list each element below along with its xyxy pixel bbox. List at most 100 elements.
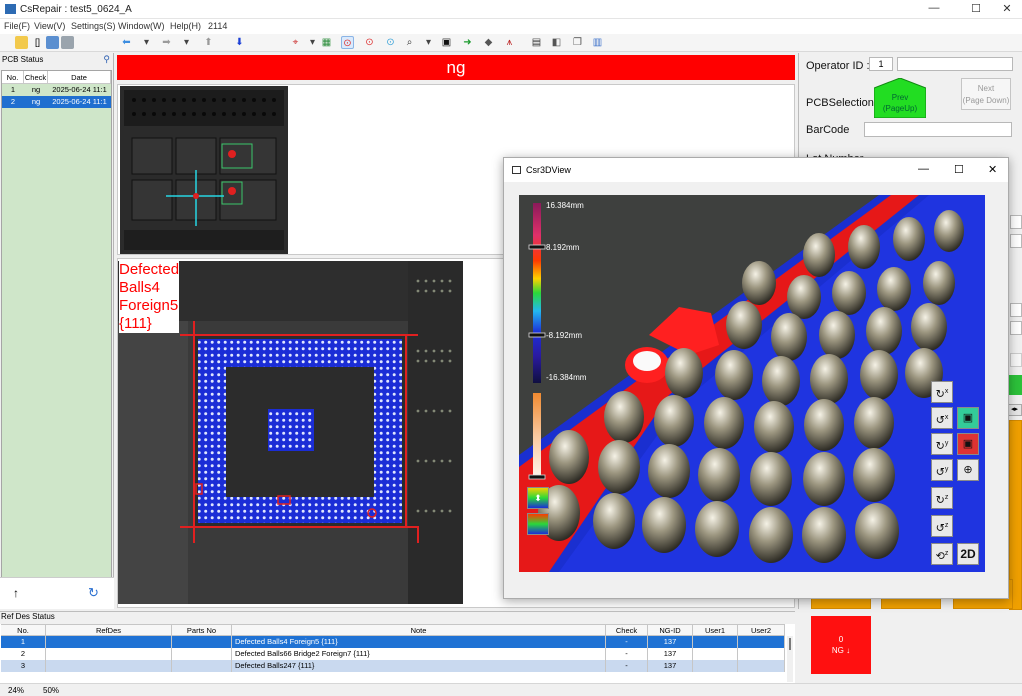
side-field[interactable] xyxy=(1010,353,1022,367)
back-arrow-icon[interactable]: ⬅ xyxy=(120,36,133,49)
prev-button[interactable]: Prev (PageUp) xyxy=(874,78,926,118)
maximize-button[interactable]: ☐ xyxy=(964,2,988,17)
col-user2[interactable]: User2 xyxy=(738,625,785,635)
2d-view-button[interactable]: 2D xyxy=(957,543,979,565)
forward-arrow-icon[interactable]: ➡ xyxy=(160,36,173,49)
tower-icon[interactable]: ⩚ xyxy=(503,36,516,49)
target-blue-icon[interactable]: ⊙ xyxy=(384,36,397,49)
operator-id-field[interactable]: 1 xyxy=(869,57,893,71)
table-row[interactable]: 2 Defected Balls66 Bridge2 Foreign7 {111… xyxy=(1,648,785,660)
rotate-z-reset-button[interactable]: ⟲z xyxy=(931,543,953,565)
table-row[interactable]: 2 ng 2025-06-24 11:1 xyxy=(2,96,111,108)
col-check[interactable]: Check xyxy=(606,625,648,635)
save-icon[interactable] xyxy=(46,36,59,49)
board-overview-image[interactable] xyxy=(120,86,288,254)
up-arrow-icon[interactable]: ⬆ xyxy=(202,36,215,49)
3d-render xyxy=(519,195,985,572)
menu-settings[interactable]: Settings(S) xyxy=(71,21,116,31)
cell-user2 xyxy=(738,636,785,648)
col-user1[interactable]: User1 xyxy=(693,625,738,635)
grid-icon[interactable]: ▦ xyxy=(320,36,333,49)
chevron-down-icon[interactable]: ▾ xyxy=(306,36,319,49)
defect-label-line: Balls4 xyxy=(119,279,160,296)
cube-color-icon[interactable]: ▣ xyxy=(957,433,979,455)
col-no[interactable]: No. xyxy=(2,71,24,83)
col-no[interactable]: No. xyxy=(1,625,46,635)
status-left: 24% xyxy=(8,686,25,695)
document-icon[interactable]: ▥ xyxy=(591,36,604,49)
rotate-x-neg-button[interactable]: ↺x xyxy=(931,407,953,429)
cell-ng-id: 137 xyxy=(648,660,693,672)
pcb-status-panel: PCB Status ⚲ No. Check Date 1 ng 2025-06… xyxy=(0,53,114,609)
scale-label-upper: 8.192mm xyxy=(546,243,580,252)
col-refdes[interactable]: RefDes xyxy=(46,625,172,635)
rotate-z-neg-button[interactable]: ↺z xyxy=(931,515,953,537)
rotate-z-pos-button[interactable]: ↻z xyxy=(931,487,953,509)
next-button[interactable]: Next (Page Down) xyxy=(961,78,1011,110)
menu-help[interactable]: Help(H) xyxy=(170,21,201,31)
up-arrow-button[interactable]: ↑ xyxy=(13,586,19,600)
scroll-arrows[interactable]: ◂▸ xyxy=(1007,404,1022,416)
brackets-icon[interactable]: [] xyxy=(31,36,44,49)
rotate-y-neg-button[interactable]: ↺y xyxy=(931,459,953,481)
close-button[interactable]: ✕ xyxy=(995,2,1019,17)
chevron-down-icon[interactable]: ▾ xyxy=(180,36,193,49)
open-folder-icon[interactable] xyxy=(15,36,28,49)
stack-icon[interactable]: ❐ xyxy=(571,36,584,49)
cube-view-icon[interactable]: ▣ xyxy=(957,407,979,429)
rotate-y-pos-button[interactable]: ↻y xyxy=(931,433,953,455)
layout-icon[interactable]: ▤ xyxy=(530,36,543,49)
target-icon[interactable]: ⊙ xyxy=(363,36,376,49)
menu-window[interactable]: Window(W) xyxy=(118,21,165,31)
maximize-button[interactable]: ☐ xyxy=(954,163,964,176)
col-note[interactable]: Note xyxy=(232,625,606,635)
col-check[interactable]: Check xyxy=(24,71,48,83)
side-field[interactable] xyxy=(1010,234,1022,248)
colormap-button[interactable] xyxy=(527,513,549,535)
target-red-icon[interactable]: ⊙ xyxy=(341,36,354,49)
inspect-icon[interactable]: ⌖ xyxy=(289,36,302,49)
side-dropdown[interactable] xyxy=(1010,303,1022,317)
scrollbar-thumb[interactable] xyxy=(789,638,791,650)
print-icon[interactable] xyxy=(61,36,74,49)
refresh-button[interactable]: ↻ xyxy=(88,585,99,601)
play-green-icon[interactable]: ➜ xyxy=(461,36,474,49)
table-row[interactable]: 1 ng 2025-06-24 11:1 xyxy=(2,84,111,96)
side-dropdown[interactable] xyxy=(1010,321,1022,335)
chevron-down-icon[interactable]: ▾ xyxy=(422,36,435,49)
ref-des-table: No. RefDes Parts No Note Check NG-ID Use… xyxy=(1,624,785,672)
col-parts-no[interactable]: Parts No xyxy=(172,625,232,635)
ng-count-tile[interactable]: 0 NG ↓ xyxy=(811,616,871,674)
side-field[interactable] xyxy=(1010,215,1022,229)
cell-date: 2025-06-24 11:1 xyxy=(52,85,107,94)
filter-icon[interactable]: ◆ xyxy=(482,36,495,49)
cell-check: - xyxy=(606,636,648,648)
menu-view[interactable]: View(V) xyxy=(34,21,65,31)
cell-note: Defected Balls4 Foreign5 {111} xyxy=(232,636,606,648)
close-button[interactable]: ✕ xyxy=(988,163,997,176)
menu-file[interactable]: File(F) xyxy=(4,21,30,31)
tree-icon[interactable]: ⚲ xyxy=(103,54,110,65)
colormap-height-button[interactable]: ⬍ xyxy=(527,487,549,509)
col-date[interactable]: Date xyxy=(48,71,111,83)
cell-check: - xyxy=(606,660,648,672)
table-row[interactable]: 1 Defected Balls4 Foreign5 {111} - 137 xyxy=(1,636,785,648)
3d-scene[interactable]: 16.384mm 8.192mm -8.192mm -16.384mm ⬍ ↻x… xyxy=(519,195,985,572)
minimize-button[interactable]: — xyxy=(918,163,929,175)
zoom-in-icon[interactable]: ⊕ xyxy=(957,459,979,481)
minimize-button[interactable]: — xyxy=(922,2,946,17)
scrollbar[interactable] xyxy=(787,636,793,682)
camera-icon[interactable]: ▣ xyxy=(440,36,453,49)
down-arrow-icon[interactable]: ⬇ xyxy=(233,36,246,49)
defect-label-line: Foreign5 xyxy=(119,297,179,314)
operator-name-field[interactable] xyxy=(897,57,1013,71)
cube-icon[interactable]: ◧ xyxy=(550,36,563,49)
barcode-field[interactable] xyxy=(864,122,1012,137)
cell-user1 xyxy=(693,636,738,648)
rotate-x-pos-button[interactable]: ↻x xyxy=(931,381,953,403)
col-ng-id[interactable]: NG-ID xyxy=(648,625,693,635)
chevron-down-icon[interactable]: ▾ xyxy=(140,36,153,49)
barcode-label: BarCode xyxy=(806,124,850,136)
table-row[interactable]: 3 Defected Balls247 {111} - 137 xyxy=(1,660,785,672)
zoom-icon[interactable]: ⌕ xyxy=(403,36,416,49)
